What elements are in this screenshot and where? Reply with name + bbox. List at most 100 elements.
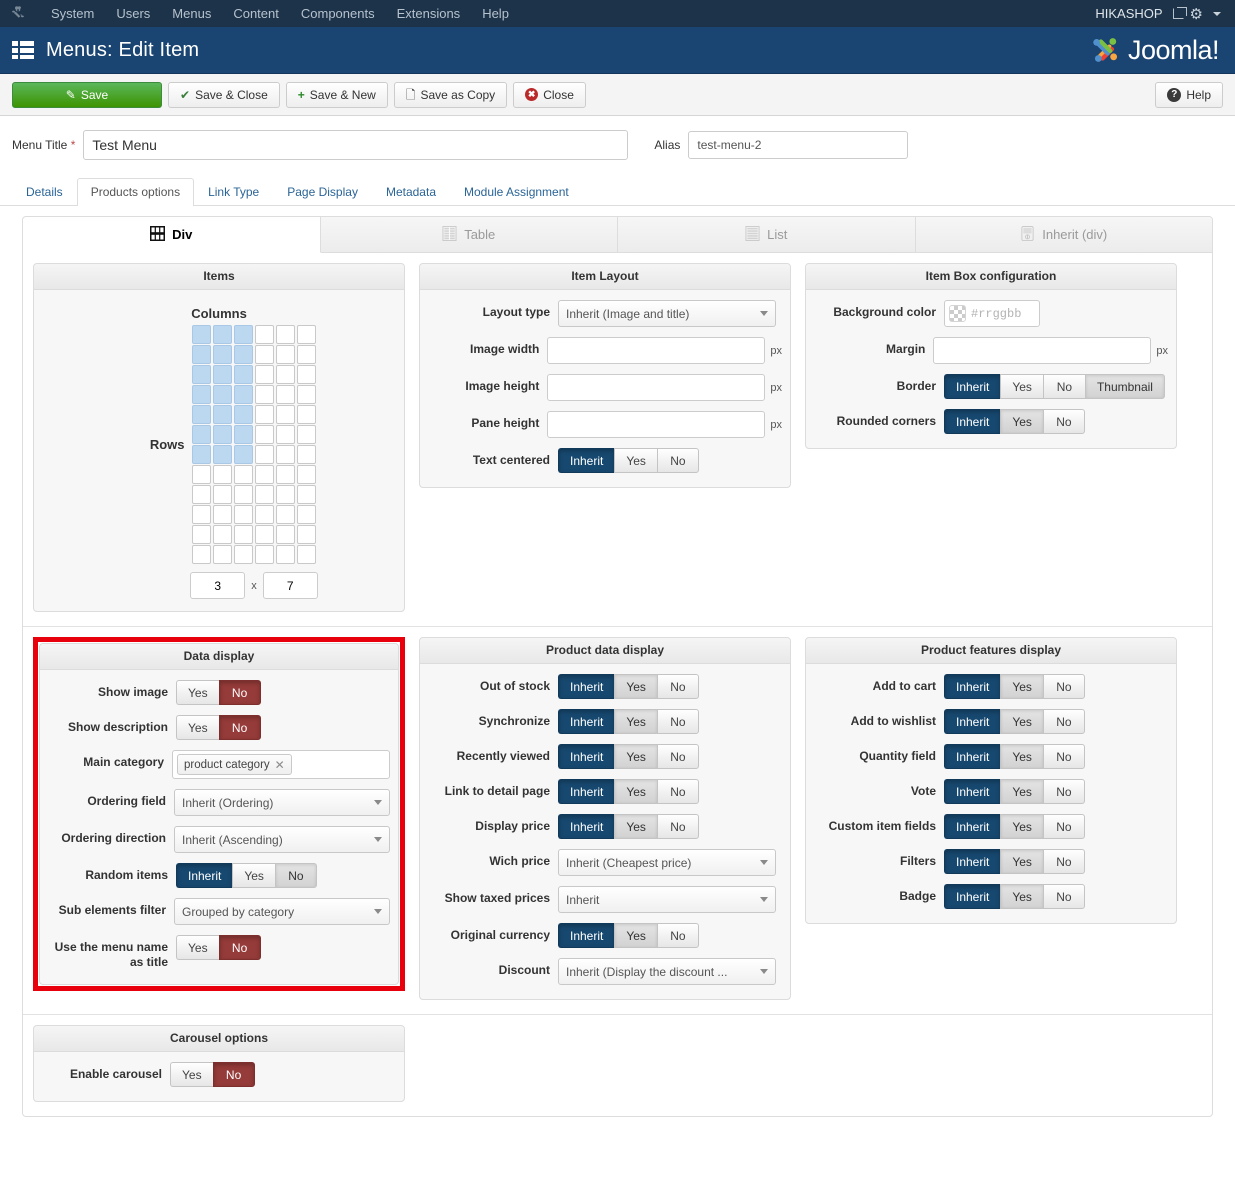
add-to-cart-yes[interactable]: Yes	[1000, 674, 1043, 699]
grid-cell[interactable]	[275, 345, 295, 364]
grid-cell[interactable]	[191, 485, 211, 504]
grid-cell[interactable]	[254, 545, 274, 564]
out-of-stock-no[interactable]: No	[656, 674, 699, 699]
grid-cell[interactable]	[254, 465, 274, 484]
grid-cell[interactable]	[233, 525, 253, 544]
grid-cell[interactable]	[275, 425, 295, 444]
enable-carousel-no[interactable]: No	[212, 1062, 255, 1087]
grid-cell[interactable]	[296, 405, 316, 424]
show-image-yes[interactable]: Yes	[176, 680, 219, 705]
grid-cell[interactable]	[191, 325, 211, 344]
custom-item-fields-inherit[interactable]: Inherit	[944, 814, 1001, 839]
add-to-wishlist-group[interactable]: Inherit Yes No	[944, 709, 1085, 734]
original-currency-yes[interactable]: Yes	[614, 923, 657, 948]
grid-cell[interactable]	[191, 405, 211, 424]
display-price-no[interactable]: No	[656, 814, 699, 839]
grid-cell[interactable]	[233, 545, 253, 564]
grid-cell[interactable]	[254, 505, 274, 524]
gear-icon[interactable]: ⚙	[1190, 5, 1203, 23]
menu-title-input[interactable]	[83, 130, 629, 160]
layout-type-select[interactable]: Inherit (Image and title)	[558, 300, 776, 327]
recently-viewed-group[interactable]: Inherit Yes No	[558, 744, 699, 769]
grid-cell[interactable]	[233, 345, 253, 364]
recently-viewed-no[interactable]: No	[656, 744, 699, 769]
grid-cell[interactable]	[275, 385, 295, 404]
grid-cell[interactable]	[254, 345, 274, 364]
grid-cell[interactable]	[212, 425, 232, 444]
grid-cell[interactable]	[254, 385, 274, 404]
grid-cell[interactable]	[191, 445, 211, 464]
adminbar-item-system[interactable]: System	[40, 0, 105, 27]
add-to-cart-group[interactable]: Inherit Yes No	[944, 674, 1085, 699]
add-to-wishlist-inherit[interactable]: Inherit	[944, 709, 1001, 734]
vote-group[interactable]: Inherit Yes No	[944, 779, 1085, 804]
grid-cell[interactable]	[233, 365, 253, 384]
grid-cell[interactable]	[254, 365, 274, 384]
link-detail-inherit[interactable]: Inherit	[558, 779, 615, 804]
grid-cell[interactable]	[212, 505, 232, 524]
show-description-no[interactable]: No	[218, 715, 261, 740]
border-yes[interactable]: Yes	[1000, 374, 1043, 399]
grid-cell[interactable]	[275, 445, 295, 464]
adminbar-site-label[interactable]: HIKASHOP	[1095, 6, 1162, 21]
adminbar-item-content[interactable]: Content	[222, 0, 290, 27]
grid-cell[interactable]	[275, 325, 295, 344]
use-menu-name-no[interactable]: No	[218, 935, 261, 960]
save-button[interactable]: ✎ Save	[12, 81, 162, 108]
grid-cell[interactable]	[191, 345, 211, 364]
tab-link-type[interactable]: Link Type	[194, 178, 273, 206]
grid-cell[interactable]	[233, 425, 253, 444]
save-as-copy-button[interactable]: 🗋 Save as Copy	[393, 81, 508, 108]
chevron-down-icon[interactable]	[1213, 11, 1221, 16]
grid-cell[interactable]	[191, 365, 211, 384]
grid-cell[interactable]	[233, 465, 253, 484]
badge-group[interactable]: Inherit Yes No	[944, 884, 1085, 909]
grid-cell[interactable]	[296, 345, 316, 364]
grid-cell[interactable]	[254, 325, 274, 344]
grid-cell[interactable]	[191, 505, 211, 524]
add-to-wishlist-yes[interactable]: Yes	[1000, 709, 1043, 734]
columns-input[interactable]	[190, 572, 246, 599]
badge-no[interactable]: No	[1042, 884, 1085, 909]
external-link-icon[interactable]	[1172, 7, 1187, 19]
ordering-direction-select[interactable]: Inherit (Ascending)	[174, 826, 390, 853]
image-width-input[interactable]	[547, 337, 766, 364]
rounded-no[interactable]: No	[1042, 409, 1085, 434]
tab-page-display[interactable]: Page Display	[273, 178, 372, 206]
grid-cell[interactable]	[275, 485, 295, 504]
grid-cell[interactable]	[296, 545, 316, 564]
grid-cell[interactable]	[212, 445, 232, 464]
tab-table[interactable]: Table	[320, 217, 618, 252]
grid-cell[interactable]	[296, 505, 316, 524]
grid-cell[interactable]	[233, 505, 253, 524]
enable-carousel-yes[interactable]: Yes	[170, 1062, 213, 1087]
size-picker-grid[interactable]	[191, 325, 317, 564]
tab-module-assignment[interactable]: Module Assignment	[450, 178, 583, 206]
main-category-field[interactable]: product category ✕	[172, 750, 390, 779]
grid-cell[interactable]	[275, 505, 295, 524]
sub-elements-filter-select[interactable]: Grouped by category	[174, 898, 390, 925]
show-description-group[interactable]: Yes No	[176, 715, 261, 740]
display-price-group[interactable]: Inherit Yes No	[558, 814, 699, 839]
adminbar-item-extensions[interactable]: Extensions	[386, 0, 472, 27]
tab-list[interactable]: List	[618, 217, 916, 252]
out-of-stock-yes[interactable]: Yes	[614, 674, 657, 699]
grid-cell[interactable]	[254, 445, 274, 464]
random-items-no[interactable]: No	[274, 863, 317, 888]
out-of-stock-group[interactable]: Inherit Yes No	[558, 674, 699, 699]
grid-cell[interactable]	[212, 465, 232, 484]
link-to-detail-page-group[interactable]: Inherit Yes No	[558, 779, 699, 804]
show-taxed-prices-select[interactable]: Inherit	[558, 886, 776, 913]
recently-viewed-yes[interactable]: Yes	[614, 744, 657, 769]
border-no[interactable]: No	[1042, 374, 1085, 399]
synchronize-inherit[interactable]: Inherit	[558, 709, 615, 734]
quantity-field-group[interactable]: Inherit Yes No	[944, 744, 1085, 769]
border-group[interactable]: Inherit Yes No Thumbnail	[944, 374, 1165, 399]
grid-cell[interactable]	[191, 545, 211, 564]
custom-item-fields-group[interactable]: Inherit Yes No	[944, 814, 1085, 839]
background-color-field[interactable]: #rrggbb	[944, 300, 1040, 327]
recently-viewed-inherit[interactable]: Inherit	[558, 744, 615, 769]
ordering-field-select[interactable]: Inherit (Ordering)	[174, 789, 390, 816]
grid-cell[interactable]	[296, 445, 316, 464]
text-centered-inherit[interactable]: Inherit	[558, 448, 615, 473]
